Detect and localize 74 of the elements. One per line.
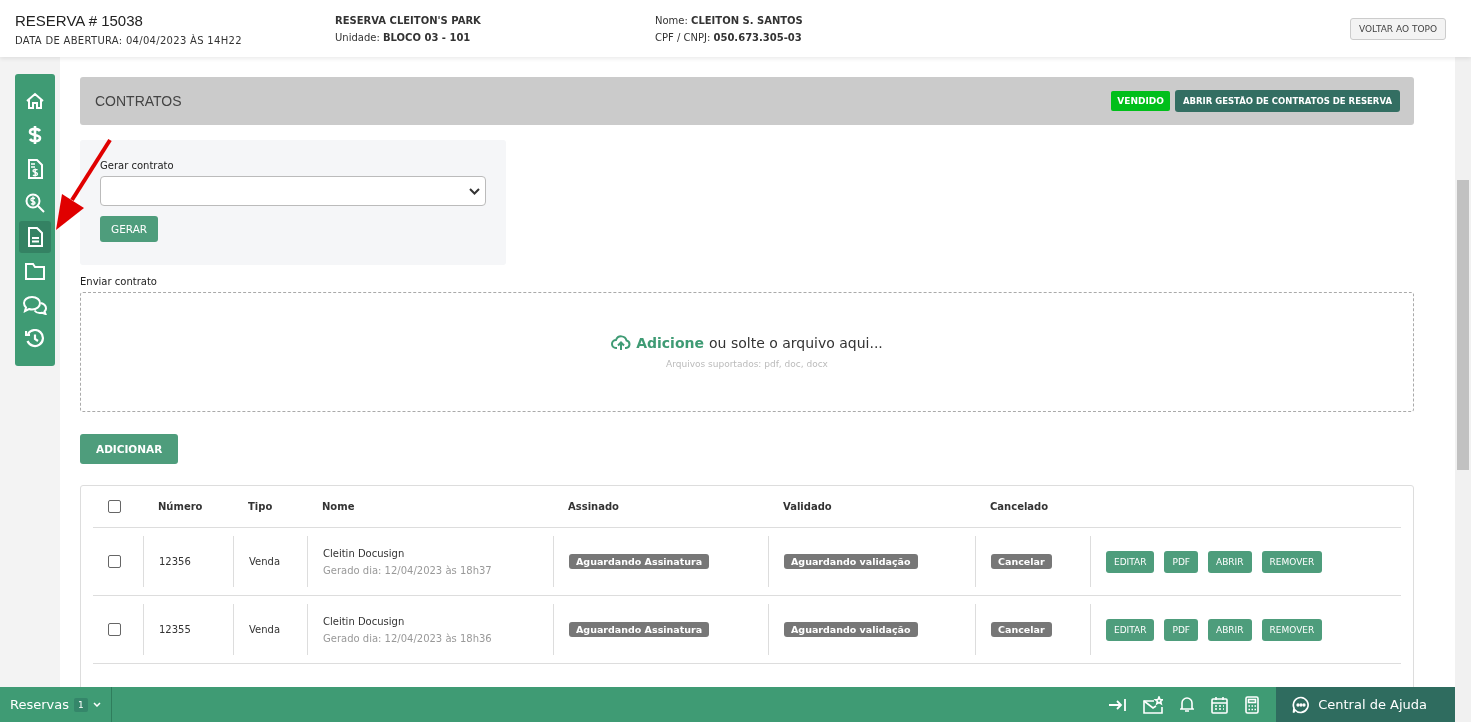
unit-value: BLOCO 03 - 101 [382,31,471,43]
calendar-icon[interactable] [1211,695,1229,714]
back-to-top-button[interactable]: VOLTAR AO TOPO [1350,17,1446,40]
signature-status: Aguardando Assinatura [569,622,710,637]
chevron-down-icon [92,702,101,707]
status-badge: VENDIDO [1111,91,1170,111]
cancel-button[interactable]: Cancelar [991,554,1052,569]
mail-star-icon[interactable] [1143,695,1164,714]
column-header: Cancelado [989,501,1050,512]
contract-number: 12355 [159,624,191,635]
chevron-down-icon [469,187,480,195]
chat-bubble-icon [1292,695,1311,714]
field-label: Gerar contrato [100,160,174,171]
opening-date: DATA DE ABERTURA: 04/04/2023 ÀS 14H22 [15,34,243,46]
contract-name: Cleitin Docusign [323,615,405,627]
document-value: 050.673.305-03 [713,31,802,43]
money-search-icon [25,193,45,213]
signature-status: Aguardando Assinatura [569,554,710,569]
section-title: CONTRATOS [95,93,183,109]
contract-type: Venda [249,624,281,635]
contract-name: Cleitin Docusign [323,547,405,559]
document-icon [27,227,43,247]
project-name: RESERVA CLEITON'S PARK [335,14,482,26]
generated-date: Gerado dia: 12/04/2023 às 18h37 [323,564,492,576]
row-action-button[interactable]: ABRIR [1208,618,1252,641]
column-header: Validado [782,501,833,512]
cancel-button[interactable]: Cancelar [991,622,1052,637]
select-all-checkbox[interactable] [108,500,121,513]
row-action-button[interactable]: REMOVER [1261,618,1323,641]
folder-icon [25,262,45,280]
document-label: CPF / CNPJ: [655,31,711,43]
generated-date: Gerado dia: 12/04/2023 às 18h36 [323,632,492,644]
upload-label: Enviar contrato [80,276,157,287]
row-action-button[interactable]: PDF [1164,550,1199,573]
help-center-button[interactable]: Central de Ajuda [1276,687,1455,722]
column-header: Nome [321,501,356,512]
dollar-icon [28,125,42,145]
count-badge: 1 [74,697,88,712]
supported-formats: Arquivos suportados: pdf, doc, docx [666,359,828,369]
collapse-icon[interactable] [1108,697,1127,712]
reservation-title: RESERVA # 15038 [15,11,144,29]
column-header: Tipo [247,501,274,512]
cloud-upload-icon [611,335,632,351]
generate-button[interactable]: GERAR [100,216,159,242]
drop-instruction: ou solte o arquivo aqui... [709,335,883,351]
validation-status: Aguardando validação [784,554,918,569]
row-action-button[interactable]: REMOVER [1261,550,1323,573]
invoice-icon [27,159,43,179]
validation-status: Aguardando validação [784,622,918,637]
history-icon [25,329,45,349]
row-action-button[interactable]: ABRIR [1208,550,1252,573]
add-file-link[interactable]: Adicione [636,335,704,351]
column-header: Número [157,501,204,512]
manage-contracts-button[interactable]: ABRIR GESTÃO DE CONTRATOS DE RESERVA [1174,90,1400,112]
column-header: Assinado [567,501,620,512]
add-button[interactable]: ADICIONAR [80,434,179,464]
row-action-button[interactable]: EDITAR [1106,618,1155,641]
name-label: Nome: [655,14,688,26]
chat-icon [23,295,47,315]
calculator-icon[interactable] [1245,695,1260,714]
home-icon [25,91,45,111]
contract-select[interactable] [100,176,486,206]
row-checkbox[interactable] [108,555,121,568]
bell-icon[interactable] [1180,696,1195,713]
row-checkbox[interactable] [108,623,121,636]
upload-dropzone[interactable]: Adicione ou solte o arquivo aqui... Arquivos suportados: pdf, doc, docx [80,292,1414,412]
sidebar-item[interactable] [19,221,51,253]
unit-label: Unidade: [335,31,380,43]
contract-number: 12356 [159,556,191,567]
name-value: CLEITON S. SANTOS [691,14,803,26]
row-action-button[interactable]: PDF [1164,618,1199,641]
reservations-tab[interactable]: Reservas 1 [0,687,112,722]
row-action-button[interactable]: EDITAR [1106,550,1155,573]
contract-type: Venda [249,556,281,567]
